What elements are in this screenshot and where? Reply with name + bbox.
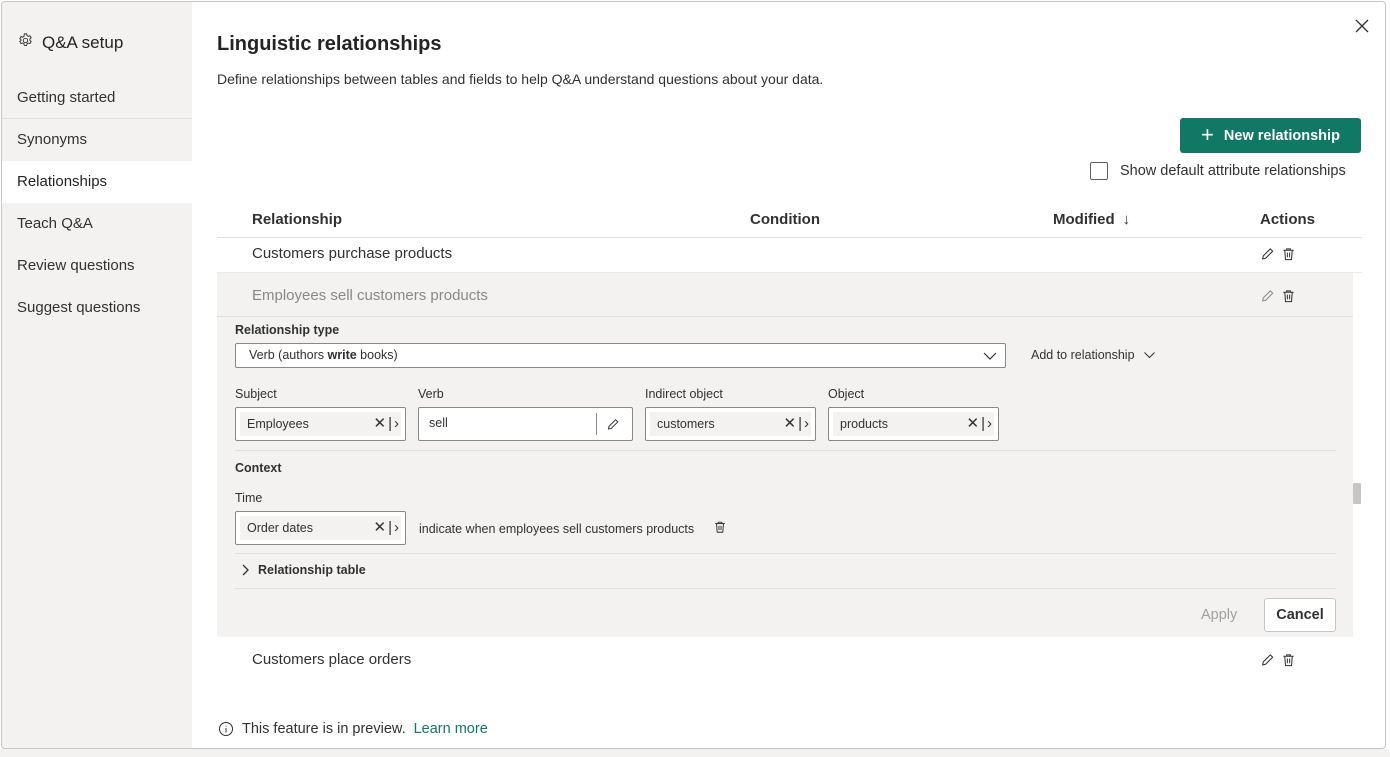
section-divider <box>235 588 1336 589</box>
header-divider <box>217 237 1362 238</box>
subject-controls: ✕ | › <box>373 414 399 433</box>
remove-icon[interactable]: ✕ <box>374 518 387 536</box>
column-header-condition[interactable]: Condition <box>750 211 820 228</box>
table-row-relationship[interactable]: Customers purchase products <box>252 245 452 262</box>
page-title: Linguistic relationships <box>217 33 442 55</box>
expanded-row-actions <box>1260 288 1296 304</box>
sidebar-title-text: Q&A setup <box>42 33 124 52</box>
context-label: Context <box>235 461 282 475</box>
verb-separator <box>596 413 597 435</box>
expanded-row-relationship[interactable]: Employees sell customers products <box>252 287 488 304</box>
indirect-object-controls: ✕ | › <box>783 414 809 433</box>
remove-icon[interactable]: ✕ <box>784 414 797 432</box>
section-divider <box>235 553 1336 554</box>
sidebar-item-teach-qa[interactable]: Teach Q&A <box>2 203 192 245</box>
sidebar-title: Q&A setup <box>17 32 123 54</box>
table-row-relationship[interactable]: Customers place orders <box>252 651 411 668</box>
verb-value: sell <box>429 416 448 430</box>
chevron-down-icon <box>1143 352 1155 359</box>
chevron-right-icon[interactable]: › <box>394 415 399 432</box>
time-controls: ✕ | › <box>373 518 399 537</box>
column-header-relationship[interactable]: Relationship <box>252 211 342 228</box>
column-header-modified[interactable]: Modified ↓ <box>1053 211 1130 228</box>
show-default-row: Show default attribute relationships <box>1090 162 1346 180</box>
row-actions <box>1260 652 1296 668</box>
remove-icon[interactable]: ✕ <box>967 414 980 432</box>
add-to-relationship-label: Add to relationship <box>1031 348 1135 362</box>
new-relationship-label: New relationship <box>1223 127 1340 144</box>
edit-icon[interactable] <box>1260 246 1275 262</box>
expanded-divider <box>217 316 1353 317</box>
close-icon <box>1355 19 1369 33</box>
verb-field[interactable]: sell <box>418 407 633 441</box>
edit-icon[interactable] <box>1260 652 1275 668</box>
object-controls: ✕ | › <box>966 414 992 433</box>
chevron-down-icon <box>983 352 997 360</box>
sidebar-item-synonyms[interactable]: Synonyms <box>2 119 192 161</box>
sidebar-item-suggest-questions[interactable]: Suggest questions <box>2 287 192 329</box>
object-label: Object <box>828 387 865 401</box>
gear-icon <box>17 32 34 54</box>
relationship-type-label: Relationship type <box>235 323 340 337</box>
section-divider <box>235 450 1336 451</box>
edit-icon[interactable] <box>1260 288 1275 304</box>
plus-icon: + <box>1201 121 1214 147</box>
relationship-type-select[interactable]: Verb (authors write books) <box>235 343 1006 368</box>
delete-icon[interactable] <box>1281 246 1296 262</box>
preview-footer: This feature is in preview. Learn more <box>218 721 488 737</box>
show-default-checkbox[interactable] <box>1090 162 1108 180</box>
time-description: indicate when employees sell customers p… <box>419 522 695 536</box>
column-header-modified-label: Modified <box>1053 211 1115 228</box>
relationship-table-toggle[interactable]: Relationship table <box>241 563 366 577</box>
relationship-type-suffix: books) <box>356 348 398 362</box>
subject-label: Subject <box>235 387 277 401</box>
sidebar-item-getting-started[interactable]: Getting started <box>2 77 192 119</box>
apply-button[interactable]: Apply <box>1201 607 1237 623</box>
info-icon <box>219 722 233 736</box>
qa-setup-dialog: Q&A setup Getting started Synonyms Relat… <box>1 1 1386 749</box>
chevron-right-icon <box>242 564 249 576</box>
sort-down-icon: ↓ <box>1122 211 1131 228</box>
page-description: Define relationships between tables and … <box>217 71 824 87</box>
close-button[interactable] <box>1352 16 1372 36</box>
indirect-object-field[interactable]: customers ✕ | › <box>645 407 816 441</box>
relationship-type-bold: write <box>327 348 357 362</box>
chevron-right-icon[interactable]: › <box>987 415 992 432</box>
verb-label: Verb <box>418 387 444 401</box>
object-value: products <box>840 417 888 431</box>
chevron-right-icon[interactable]: › <box>804 415 809 432</box>
indirect-object-label: Indirect object <box>645 387 723 401</box>
learn-more-link[interactable]: Learn more <box>414 721 488 737</box>
new-relationship-button[interactable]: + New relationship <box>1180 118 1361 153</box>
sidebar: Q&A setup Getting started Synonyms Relat… <box>2 2 192 748</box>
chevron-right-icon[interactable]: › <box>394 519 399 536</box>
backdrop <box>0 749 1390 757</box>
relationship-type-prefix: Verb (authors <box>249 348 328 362</box>
show-default-label: Show default attribute relationships <box>1120 163 1346 179</box>
sidebar-item-relationships[interactable]: Relationships <box>2 161 192 203</box>
scrollbar-thumb[interactable] <box>1353 483 1361 504</box>
subject-value: Employees <box>247 417 309 431</box>
remove-icon[interactable]: ✕ <box>374 414 387 432</box>
subject-field[interactable]: Employees ✕ | › <box>235 407 406 441</box>
row-actions <box>1260 246 1296 262</box>
expanded-relationship-editor: Employees sell customers products Relati… <box>217 273 1353 637</box>
add-to-relationship-dropdown[interactable]: Add to relationship <box>1031 348 1156 362</box>
time-value: Order dates <box>247 521 314 535</box>
cancel-button[interactable]: Cancel <box>1264 598 1336 632</box>
delete-icon[interactable] <box>1281 652 1296 668</box>
delete-icon[interactable] <box>1281 288 1296 304</box>
column-header-actions: Actions <box>1260 211 1316 228</box>
indirect-object-value: customers <box>657 417 715 431</box>
time-field[interactable]: Order dates ✕ | › <box>235 511 406 545</box>
preview-text: This feature is in preview. <box>242 721 406 737</box>
delete-icon[interactable] <box>713 519 727 535</box>
time-label: Time <box>235 491 263 505</box>
sidebar-item-review-questions[interactable]: Review questions <box>2 245 192 287</box>
relationship-table-label: Relationship table <box>258 563 366 577</box>
edit-icon[interactable] <box>606 417 620 432</box>
object-field[interactable]: products ✕ | › <box>828 407 999 441</box>
